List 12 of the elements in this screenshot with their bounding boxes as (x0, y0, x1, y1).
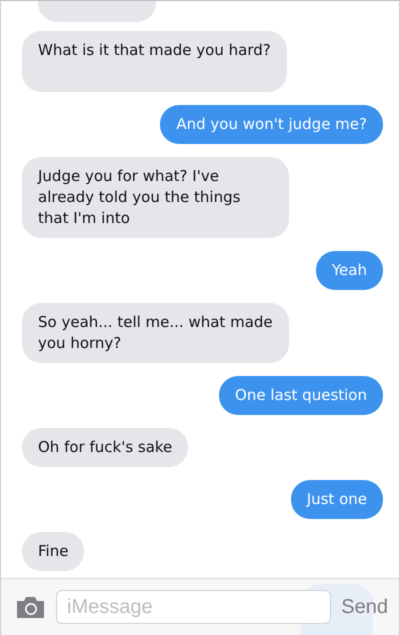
message-bubble: What is it that made you hard? (22, 31, 287, 92)
message-field[interactable]: iMessage (56, 590, 332, 624)
message-bubble: Fine (22, 532, 84, 571)
message-bubble: Judge you for what? I've already told you the things that I'm into (22, 157, 289, 238)
message-bubble: One last question (219, 376, 383, 415)
camera-icon[interactable] (15, 595, 46, 619)
message-bubble: Oh for fuck's sake (22, 428, 188, 467)
message-bubble: Yeah (316, 251, 383, 290)
message-bubble: And you won't judge me? (160, 105, 383, 144)
send-button[interactable]: Send (341, 596, 388, 618)
message-bubble: So yeah... tell me... what made you horny? (22, 303, 289, 363)
message-bubble: Just one (290, 480, 383, 519)
